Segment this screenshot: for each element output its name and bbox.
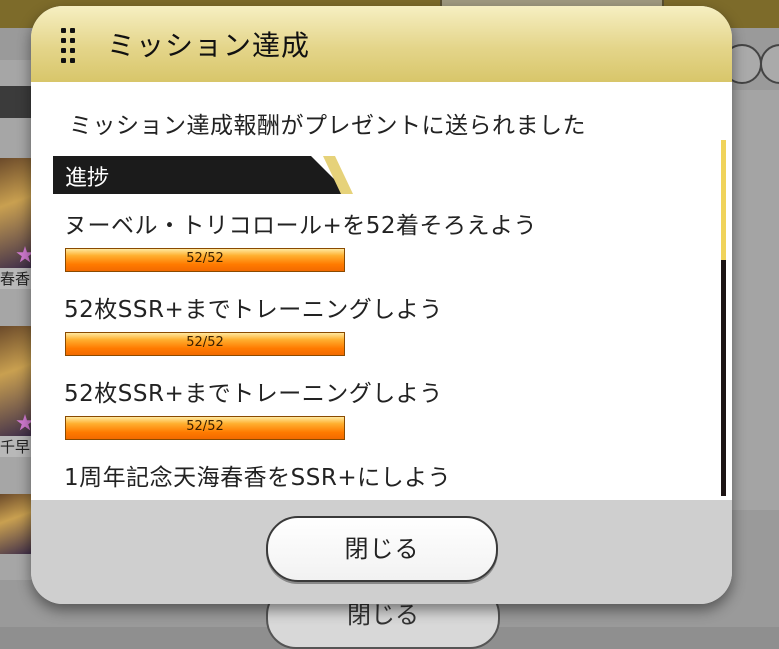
progress-section-label: 進捗 [65,166,110,191]
progress-value: 52/52 [186,335,224,350]
reward-message: ミッション達成報酬がプレゼントに送られました [69,113,586,139]
mission-title: 1周年記念天海春香をSSR+にしよう [64,465,452,491]
dialog-body[interactable]: ミッション達成報酬がプレゼントに送られました 進捗 ヌーベル・トリコロール+を5… [31,82,732,500]
scrollbar[interactable] [721,140,726,496]
mission-title: ヌーベル・トリコロール+を52着そろえよう [64,213,538,239]
close-button[interactable]: 閉じる [266,516,498,582]
mission-progress-bar: 52/52 [65,416,345,440]
progress-section-banner: 進捗 [53,156,353,194]
progress-value: 52/52 [186,251,224,266]
dialog-title: ミッション達成 [107,29,311,62]
dialog-footer: 閉じる [31,500,732,604]
progress-value: 52/52 [186,419,224,434]
mission-progress-bar: 52/52 [65,248,345,272]
mission-item: 52枚SSR+までトレーニングしよう 52/52 [64,374,443,440]
grip-dots-icon [61,28,77,64]
mission-complete-dialog: ミッション達成 ミッション達成報酬がプレゼントに送られました 進捗 ヌーベル・ト… [31,6,732,604]
mission-item: 52枚SSR+までトレーニングしよう 52/52 [64,290,443,356]
mission-title: 52枚SSR+までトレーニングしよう [64,297,443,323]
mission-item: 1周年記念天海春香をSSR+にしよう [64,458,451,492]
scrollbar-thumb[interactable] [721,140,726,260]
mission-item: ヌーベル・トリコロール+を52着そろえよう 52/52 [64,206,537,272]
background-column [732,90,779,510]
mission-title: 52枚SSR+までトレーニングしよう [64,381,443,407]
dialog-header: ミッション達成 [31,6,732,82]
mission-progress-bar: 52/52 [65,332,345,356]
